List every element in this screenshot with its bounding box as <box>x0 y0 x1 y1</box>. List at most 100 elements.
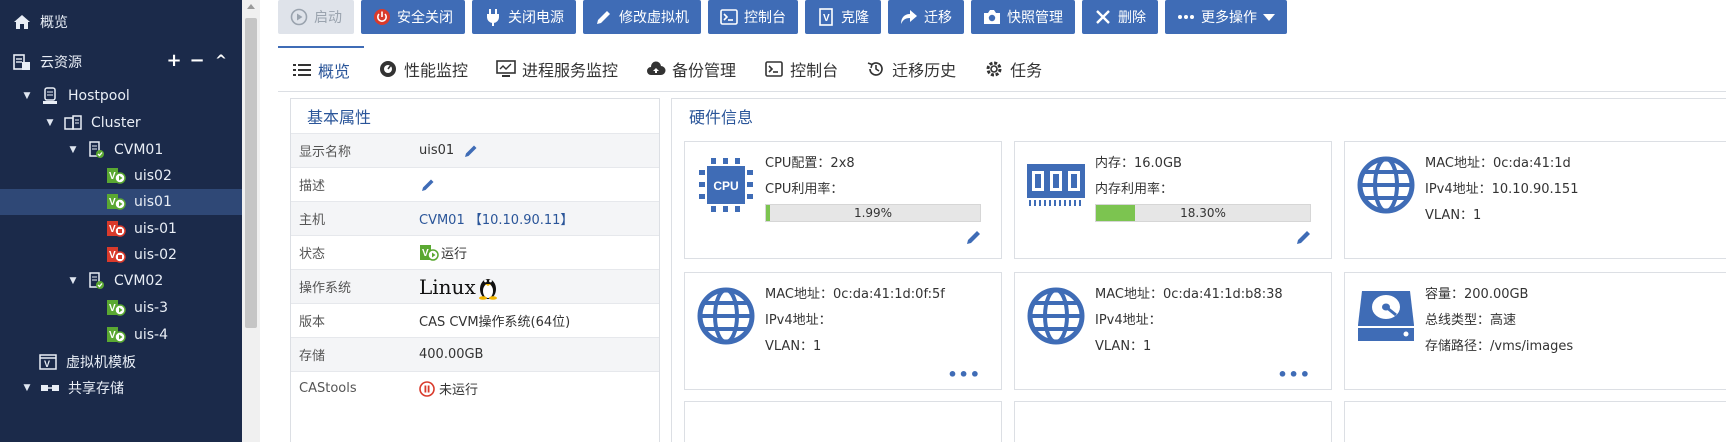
prop-value: 未运行 <box>419 379 478 398</box>
edit-memory-pencil-icon[interactable] <box>1295 228 1313 246</box>
modify-vm-button[interactable]: 修改虚拟机 <box>583 0 701 34</box>
nic1-vlan: VLAN：1 <box>1425 208 1482 223</box>
tree-item-cvm01[interactable]: ▼ CVM01 <box>0 137 242 163</box>
tab-performance[interactable]: 性能监控 <box>364 46 482 91</box>
tree-item-cvm02[interactable]: ▼ CVM02 <box>0 268 242 294</box>
prop-label: 存储 <box>299 349 326 364</box>
migrate-button[interactable]: 迁移 <box>888 0 964 34</box>
tree-item-label: 共享存储 <box>68 381 124 397</box>
power-icon <box>373 8 391 26</box>
expand-arrow-icon[interactable]: ▼ <box>68 145 78 155</box>
tree-item-vm-templates[interactable]: V 虚拟机模板 <box>0 349 242 375</box>
scroll-up-arrow-icon[interactable] <box>247 4 255 9</box>
more-actions-button[interactable]: 更多操作 <box>1165 0 1287 34</box>
sidebar-item-cloud-resources[interactable]: 云资源 <box>0 49 242 75</box>
gear-icon <box>984 59 1004 79</box>
console-button[interactable]: 控制台 <box>708 0 798 34</box>
tree-item-cluster[interactable]: ▼ Cluster <box>0 110 242 136</box>
vm-stopped-icon: V <box>106 220 126 238</box>
nic2-mac: MAC地址：0c:da:41:1d:0f:5f <box>765 287 945 302</box>
template-icon: V <box>38 353 58 371</box>
expand-arrow-icon[interactable]: ▼ <box>22 383 32 393</box>
tab-label: 迁移历史 <box>892 60 957 80</box>
tab-tasks[interactable]: 任务 <box>970 46 1056 91</box>
cloud-backup-icon <box>646 59 666 79</box>
expand-arrow-icon[interactable]: ▼ <box>45 118 55 128</box>
tree-item-vm-uis02[interactable]: V uis02 <box>0 163 242 189</box>
edit-cpu-pencil-icon[interactable] <box>965 228 983 246</box>
network-card-1: MAC地址：0c:da:41:1d IPv4地址：10.10.90.151 VL… <box>1344 141 1726 259</box>
ellipsis-icon <box>1177 8 1195 26</box>
vm-running-icon: V <box>106 326 126 344</box>
memory-usage-value: 18.30% <box>1180 206 1226 220</box>
tree-item-vm-uis-02[interactable]: V uis-02 <box>0 242 242 268</box>
button-label: 控制台 <box>744 10 786 26</box>
hardware-card-partial <box>1344 401 1726 442</box>
remove-resource-button[interactable]: − <box>189 51 205 71</box>
disk-card: 容量：200.00GB 总线类型：高速 存储路径：/vms/images <box>1344 272 1726 390</box>
tab-backup[interactable]: 备份管理 <box>632 46 750 91</box>
power-off-button[interactable]: 关闭电源 <box>472 0 576 34</box>
tree-item-label: uis-3 <box>134 300 169 316</box>
tree-item-shared-storage[interactable]: ▼ 共享存储 <box>0 375 242 401</box>
expand-arrow-icon[interactable]: ▼ <box>68 276 78 286</box>
tab-console[interactable]: 控制台 <box>750 46 852 91</box>
tree-item-vm-uis-01[interactable]: V uis-01 <box>0 216 242 242</box>
host-online-icon <box>86 272 106 290</box>
storage-value: 400.00GB <box>419 347 484 362</box>
edit-description-pencil-icon[interactable] <box>419 176 437 194</box>
stopped-power-icon <box>419 380 435 397</box>
cpu-config: CPU配置：2x8 <box>765 156 855 171</box>
globe-icon <box>1025 285 1087 347</box>
nic2-more-ellipsis-icon[interactable]: ••• <box>947 365 981 384</box>
display-name-value: uis01 <box>419 143 455 158</box>
collapse-button[interactable]: ^ <box>213 51 229 71</box>
prop-label: 操作系统 <box>299 281 352 296</box>
sidebar-item-overview[interactable]: 概览 <box>0 9 242 35</box>
host-link[interactable]: CVM01 【10.10.90.11】 <box>419 209 573 228</box>
sidebar-scrollbar[interactable] <box>242 0 260 442</box>
nic1-ipv4: IPv4地址：10.10.90.151 <box>1425 182 1579 197</box>
tree-item-label: CVM02 <box>114 273 164 289</box>
memory-usage-label: 内存利用率： <box>1095 182 1174 197</box>
cpu-usage-value: 1.99% <box>853 206 893 220</box>
cluster-icon <box>63 114 83 132</box>
delete-button[interactable]: 删除 <box>1082 0 1158 34</box>
button-label: 迁移 <box>924 10 952 26</box>
nic3-more-ellipsis-icon[interactable]: ••• <box>1277 365 1311 384</box>
share-arrow-icon <box>900 8 918 26</box>
svg-text:CPU: CPU <box>713 179 738 193</box>
prop-row-host: 主机 CVM01 【10.10.90.11】 <box>291 201 659 235</box>
tree-item-vm-uis01[interactable]: V uis01 <box>0 189 242 215</box>
scrollbar-thumb[interactable] <box>245 18 257 328</box>
button-label: 删除 <box>1118 10 1146 26</box>
nic3-ipv4: IPv4地址： <box>1095 313 1162 328</box>
basic-properties-panel: 基本属性 显示名称 uis01 描述 主机 CVM01 【10.10.90.11… <box>290 98 660 442</box>
vm-running-icon: V <box>106 299 126 317</box>
list-icon <box>292 60 312 80</box>
sidebar-item-label: 云资源 <box>40 55 82 71</box>
nic2-vlan: VLAN：1 <box>765 339 822 354</box>
tree-item-vm-uis-3[interactable]: V uis-3 <box>0 295 242 321</box>
expand-arrow-icon[interactable]: ▼ <box>22 91 32 101</box>
tux-penguin-icon <box>477 274 499 300</box>
tab-migration-history[interactable]: 迁移历史 <box>852 46 970 91</box>
edit-display-name-pencil-icon[interactable] <box>462 142 480 160</box>
start-button[interactable]: 启动 <box>278 0 354 34</box>
tab-overview[interactable]: 概览 <box>278 46 365 91</box>
add-resource-button[interactable]: + <box>166 51 182 71</box>
tree-item-hostpool[interactable]: ▼ Hostpool <box>0 83 242 109</box>
svg-text:V: V <box>44 359 50 369</box>
tree-item-vm-uis-4[interactable]: V uis-4 <box>0 322 242 348</box>
plug-icon <box>484 8 502 26</box>
clone-button[interactable]: V 克隆 <box>805 0 881 34</box>
gauge-icon <box>378 59 398 79</box>
safe-shutdown-button[interactable]: 安全关闭 <box>361 0 465 34</box>
tab-process-service[interactable]: 进程服务监控 <box>482 46 632 91</box>
vm-stopped-icon: V <box>106 246 126 264</box>
toolbar: 启动 安全关闭 关闭电源 修改虚拟机 控制台 V 克隆 迁移 快照管理 删除 更… <box>278 0 1287 34</box>
snapshot-button[interactable]: 快照管理 <box>971 0 1075 34</box>
prop-row-description: 描述 <box>291 167 659 201</box>
prop-value: V 运行 <box>419 243 467 262</box>
memory-size: 内存：16.0GB <box>1095 156 1182 171</box>
